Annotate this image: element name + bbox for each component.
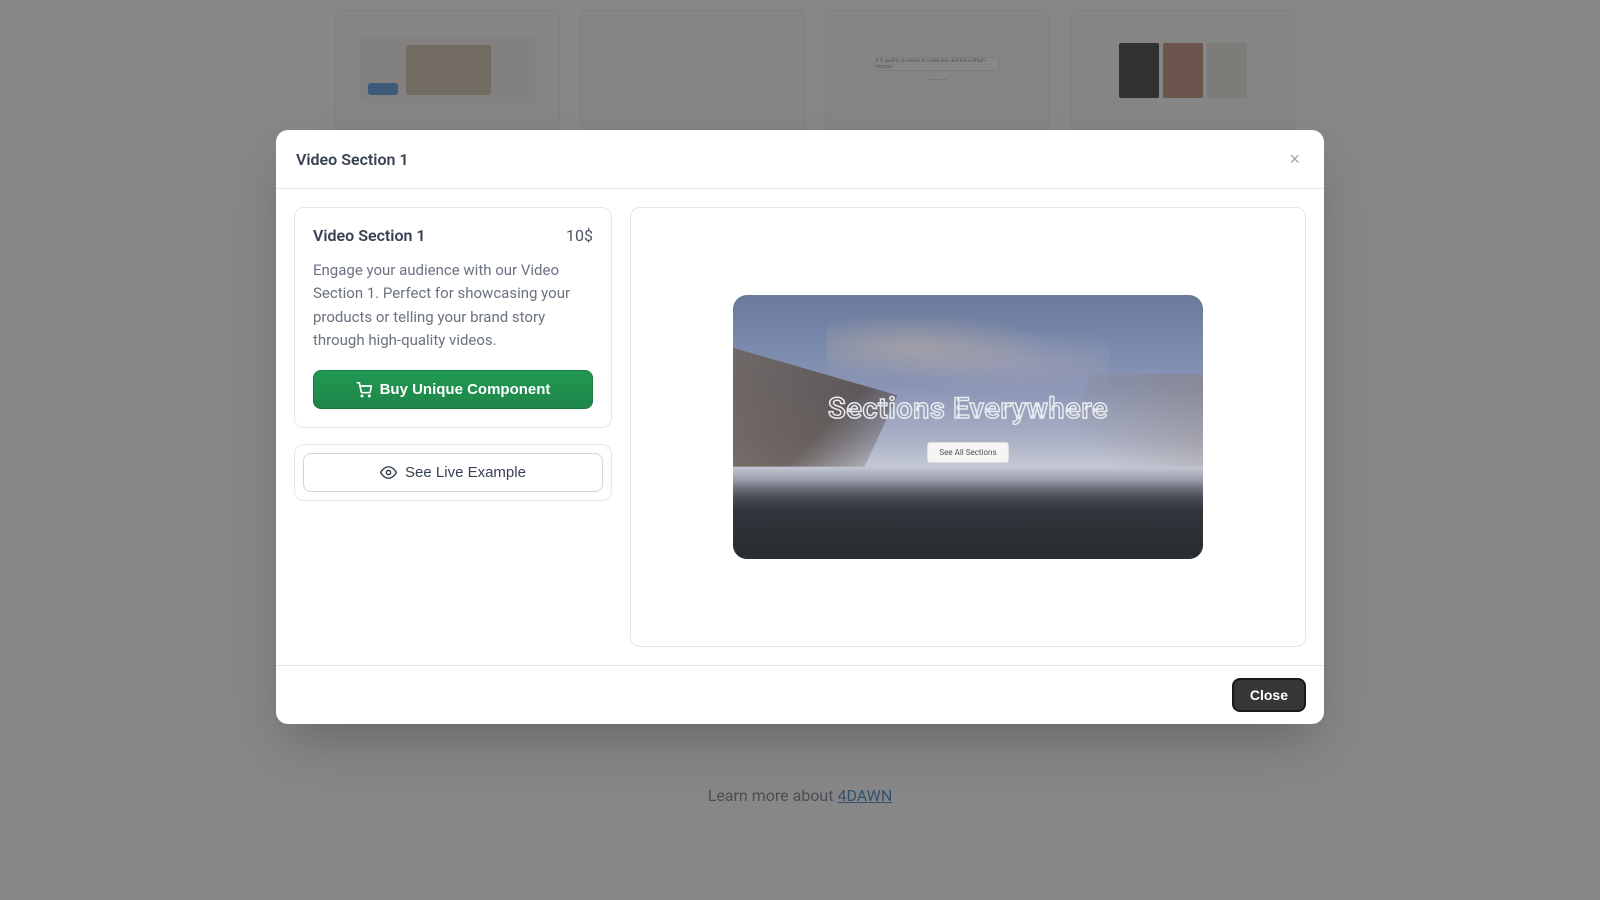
see-example-button[interactable]: See Live Example [303,453,603,492]
close-icon[interactable]: × [1285,146,1304,172]
modal-header: Video Section 1 × [276,130,1324,189]
preview-cta-button: See All Sections [927,442,1008,463]
left-column: Video Section 1 10$ Engage your audience… [294,207,612,647]
close-button[interactable]: Close [1232,678,1306,712]
modal-footer: Close [276,665,1324,724]
component-description: Engage your audience with our Video Sect… [313,259,593,352]
example-card: See Live Example [294,444,612,501]
preview-title: Sections Everywhere [828,392,1108,426]
preview-hero-image: Sections Everywhere See All Sections [733,295,1203,559]
eye-icon [380,464,397,481]
example-button-label: See Live Example [405,464,526,481]
cart-icon [356,382,372,398]
buy-button[interactable]: Buy Unique Component [313,370,593,409]
modal-overlay[interactable]: Video Section 1 × Video Section 1 10$ En… [0,0,1600,900]
component-title: Video Section 1 [313,226,426,245]
modal-title: Video Section 1 [296,150,409,169]
modal-dialog: Video Section 1 × Video Section 1 10$ En… [276,130,1324,724]
modal-body: Video Section 1 10$ Engage your audience… [276,189,1324,665]
buy-button-label: Buy Unique Component [380,381,551,398]
component-price: 10$ [566,226,593,245]
preview-panel: Sections Everywhere See All Sections [630,207,1306,647]
info-card: Video Section 1 10$ Engage your audience… [294,207,612,428]
